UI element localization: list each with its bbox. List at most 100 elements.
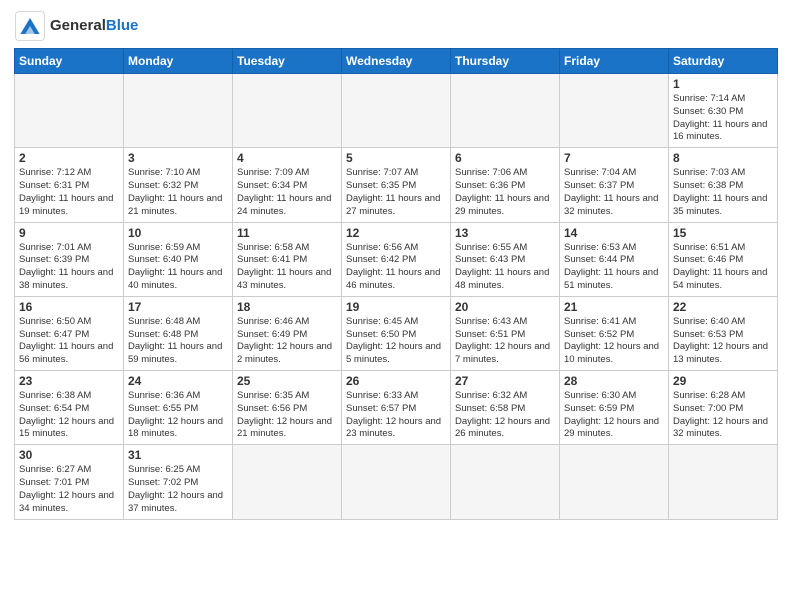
day-number: 16 <box>19 300 119 314</box>
calendar-cell: 4 Sunrise: 7:09 AM Sunset: 6:34 PM Daylig… <box>233 148 342 222</box>
calendar-cell <box>451 74 560 148</box>
calendar-cell: 14 Sunrise: 6:53 AM Sunset: 6:44 PM Dayli… <box>560 222 669 296</box>
day-info: Sunrise: 7:12 AM Sunset: 6:31 PM Dayligh… <box>19 167 119 218</box>
day-info: Sunrise: 7:09 AM Sunset: 6:34 PM Dayligh… <box>237 167 337 218</box>
day-info: Sunrise: 6:46 AM Sunset: 6:49 PM Dayligh… <box>237 316 337 367</box>
day-number: 29 <box>673 374 773 388</box>
day-info: Sunrise: 6:36 AM Sunset: 6:55 PM Dayligh… <box>128 390 228 441</box>
calendar-cell: 17 Sunrise: 6:48 AM Sunset: 6:48 PM Dayli… <box>124 296 233 370</box>
day-number: 19 <box>346 300 446 314</box>
day-number: 12 <box>346 226 446 240</box>
day-number: 24 <box>128 374 228 388</box>
day-info: Sunrise: 6:27 AM Sunset: 7:01 PM Dayligh… <box>19 464 119 515</box>
day-info: Sunrise: 6:33 AM Sunset: 6:57 PM Dayligh… <box>346 390 446 441</box>
header-area: GeneralBlue <box>14 10 778 42</box>
calendar-week-row: 30 Sunrise: 6:27 AM Sunset: 7:01 PM Dayli… <box>15 445 778 519</box>
day-info: Sunrise: 6:55 AM Sunset: 6:43 PM Dayligh… <box>455 242 555 293</box>
day-info: Sunrise: 6:40 AM Sunset: 6:53 PM Dayligh… <box>673 316 773 367</box>
day-info: Sunrise: 7:14 AM Sunset: 6:30 PM Dayligh… <box>673 93 773 144</box>
calendar-week-row: 9 Sunrise: 7:01 AM Sunset: 6:39 PM Daylig… <box>15 222 778 296</box>
calendar-cell: 19 Sunrise: 6:45 AM Sunset: 6:50 PM Dayli… <box>342 296 451 370</box>
weekday-header-saturday: Saturday <box>669 49 778 74</box>
calendar-table: SundayMondayTuesdayWednesdayThursdayFrid… <box>14 48 778 520</box>
day-number: 4 <box>237 151 337 165</box>
day-info: Sunrise: 6:48 AM Sunset: 6:48 PM Dayligh… <box>128 316 228 367</box>
day-number: 7 <box>564 151 664 165</box>
day-info: Sunrise: 7:03 AM Sunset: 6:38 PM Dayligh… <box>673 167 773 218</box>
calendar-cell: 9 Sunrise: 7:01 AM Sunset: 6:39 PM Daylig… <box>15 222 124 296</box>
day-number: 26 <box>346 374 446 388</box>
calendar-cell: 15Sunrise: 6:51 AM Sunset: 6:46 PM Dayli… <box>669 222 778 296</box>
day-number: 11 <box>237 226 337 240</box>
day-number: 3 <box>128 151 228 165</box>
calendar-cell <box>233 445 342 519</box>
day-number: 28 <box>564 374 664 388</box>
day-number: 22 <box>673 300 773 314</box>
day-number: 10 <box>128 226 228 240</box>
day-info: Sunrise: 6:43 AM Sunset: 6:51 PM Dayligh… <box>455 316 555 367</box>
day-info: Sunrise: 7:06 AM Sunset: 6:36 PM Dayligh… <box>455 167 555 218</box>
calendar-cell: 5Sunrise: 7:07 AM Sunset: 6:35 PM Daylig… <box>342 148 451 222</box>
day-number: 6 <box>455 151 555 165</box>
calendar-cell: 28Sunrise: 6:30 AM Sunset: 6:59 PM Dayli… <box>560 371 669 445</box>
day-number: 21 <box>564 300 664 314</box>
calendar-cell: 8Sunrise: 7:03 AM Sunset: 6:38 PM Daylig… <box>669 148 778 222</box>
calendar-cell <box>342 74 451 148</box>
day-info: Sunrise: 6:59 AM Sunset: 6:40 PM Dayligh… <box>128 242 228 293</box>
general-blue-logo-icon <box>14 10 46 42</box>
day-number: 30 <box>19 448 119 462</box>
day-number: 2 <box>19 151 119 165</box>
day-number: 14 <box>564 226 664 240</box>
calendar-cell: 12 Sunrise: 6:56 AM Sunset: 6:42 PM Dayli… <box>342 222 451 296</box>
day-number: 9 <box>19 226 119 240</box>
day-number: 27 <box>455 374 555 388</box>
calendar-cell: 16Sunrise: 6:50 AM Sunset: 6:47 PM Dayli… <box>15 296 124 370</box>
day-info: Sunrise: 6:53 AM Sunset: 6:44 PM Dayligh… <box>564 242 664 293</box>
day-info: Sunrise: 7:10 AM Sunset: 6:32 PM Dayligh… <box>128 167 228 218</box>
calendar-week-row: 23 Sunrise: 6:38 AM Sunset: 6:54 PM Dayli… <box>15 371 778 445</box>
day-info: Sunrise: 6:56 AM Sunset: 6:42 PM Dayligh… <box>346 242 446 293</box>
day-info: Sunrise: 6:35 AM Sunset: 6:56 PM Dayligh… <box>237 390 337 441</box>
weekday-header-wednesday: Wednesday <box>342 49 451 74</box>
calendar-cell <box>560 74 669 148</box>
calendar-cell: 25 Sunrise: 6:35 AM Sunset: 6:56 PM Dayli… <box>233 371 342 445</box>
calendar-cell <box>560 445 669 519</box>
calendar-cell: 11Sunrise: 6:58 AM Sunset: 6:41 PM Dayli… <box>233 222 342 296</box>
weekday-header-friday: Friday <box>560 49 669 74</box>
calendar-cell: 20 Sunrise: 6:43 AM Sunset: 6:51 PM Dayli… <box>451 296 560 370</box>
day-number: 17 <box>128 300 228 314</box>
calendar-cell <box>15 74 124 148</box>
logo-area: GeneralBlue <box>14 10 138 42</box>
calendar-cell: 24 Sunrise: 6:36 AM Sunset: 6:55 PM Dayli… <box>124 371 233 445</box>
day-number: 23 <box>19 374 119 388</box>
day-info: Sunrise: 7:07 AM Sunset: 6:35 PM Dayligh… <box>346 167 446 218</box>
calendar-cell <box>451 445 560 519</box>
day-number: 15 <box>673 226 773 240</box>
calendar-cell: 2 Sunrise: 7:12 AM Sunset: 6:31 PM Daylig… <box>15 148 124 222</box>
day-info: Sunrise: 6:45 AM Sunset: 6:50 PM Dayligh… <box>346 316 446 367</box>
calendar-cell: 7 Sunrise: 7:04 AM Sunset: 6:37 PM Daylig… <box>560 148 669 222</box>
calendar-cell: 27Sunrise: 6:32 AM Sunset: 6:58 PM Dayli… <box>451 371 560 445</box>
day-info: Sunrise: 6:38 AM Sunset: 6:54 PM Dayligh… <box>19 390 119 441</box>
calendar-header-row: SundayMondayTuesdayWednesdayThursdayFrid… <box>15 49 778 74</box>
day-info: Sunrise: 7:01 AM Sunset: 6:39 PM Dayligh… <box>19 242 119 293</box>
calendar-cell: 18Sunrise: 6:46 AM Sunset: 6:49 PM Dayli… <box>233 296 342 370</box>
calendar-cell: 21Sunrise: 6:41 AM Sunset: 6:52 PM Dayli… <box>560 296 669 370</box>
calendar-cell: 31 Sunrise: 6:25 AM Sunset: 7:02 PM Dayli… <box>124 445 233 519</box>
calendar-cell <box>124 74 233 148</box>
calendar-week-row: 1Sunrise: 7:14 AM Sunset: 6:30 PM Daylig… <box>15 74 778 148</box>
day-info: Sunrise: 6:25 AM Sunset: 7:02 PM Dayligh… <box>128 464 228 515</box>
day-info: Sunrise: 7:04 AM Sunset: 6:37 PM Dayligh… <box>564 167 664 218</box>
day-number: 25 <box>237 374 337 388</box>
calendar-cell <box>669 445 778 519</box>
calendar-cell: 10 Sunrise: 6:59 AM Sunset: 6:40 PM Dayli… <box>124 222 233 296</box>
page: GeneralBlue SundayMondayTuesdayWednesday… <box>0 0 792 612</box>
day-number: 20 <box>455 300 555 314</box>
weekday-header-monday: Monday <box>124 49 233 74</box>
calendar-cell: 1Sunrise: 7:14 AM Sunset: 6:30 PM Daylig… <box>669 74 778 148</box>
calendar-cell: 30 Sunrise: 6:27 AM Sunset: 7:01 PM Dayli… <box>15 445 124 519</box>
day-info: Sunrise: 6:28 AM Sunset: 7:00 PM Dayligh… <box>673 390 773 441</box>
day-number: 31 <box>128 448 228 462</box>
weekday-header-tuesday: Tuesday <box>233 49 342 74</box>
calendar-cell <box>233 74 342 148</box>
